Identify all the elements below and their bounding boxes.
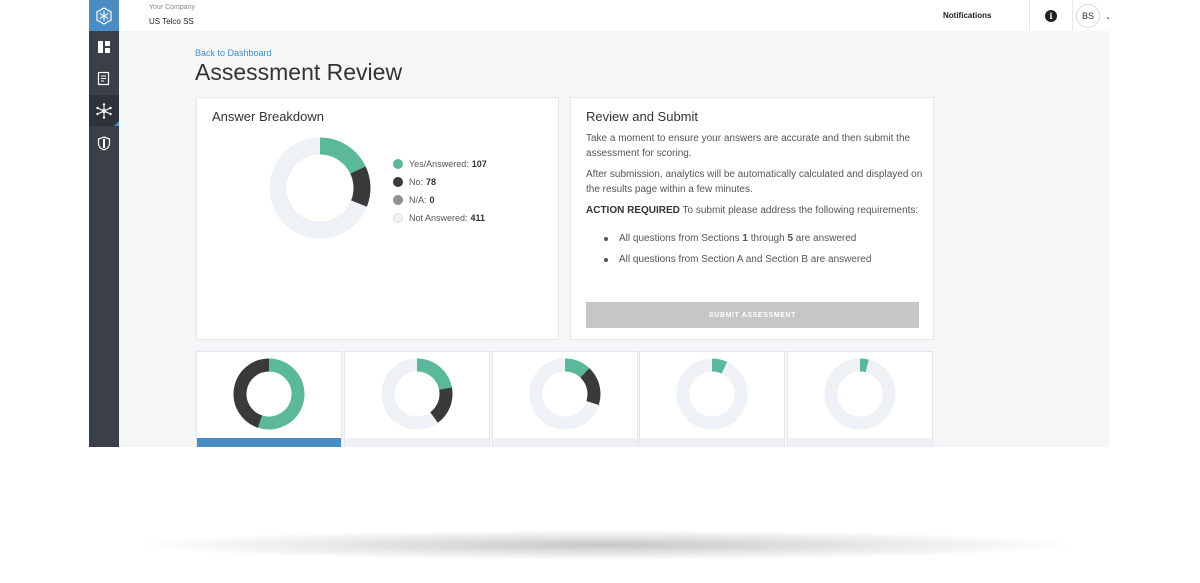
- section-donut: [529, 358, 601, 430]
- review-instructions: Take a moment to ensure your answers are…: [586, 133, 911, 159]
- requirements-list: All questions from Sections 1 through 5 …: [604, 233, 924, 275]
- drop-shadow: [140, 530, 1070, 560]
- section-donut: [233, 358, 305, 430]
- app-window: Your Company US Telco SS Notifications i…: [89, 0, 1109, 447]
- legend-dot-na: [393, 195, 403, 205]
- chart-legend: Yes/Answered: 107 No: 78 N/A: 0 Not Answ…: [393, 155, 487, 227]
- top-bar: Your Company US Telco SS Notifications i…: [119, 0, 1109, 31]
- answer-breakdown-card: Answer Breakdown Yes/Answered: 107 No: 7…: [196, 97, 559, 340]
- network-icon: [96, 102, 112, 119]
- card-title: Review and Submit: [586, 109, 698, 124]
- list-item: All questions from Sections 1 through 5 …: [604, 233, 924, 254]
- legend-dot-not-answered: [393, 213, 403, 223]
- list-item: All questions from Section A and Section…: [604, 254, 924, 275]
- page-title: Assessment Review: [195, 59, 403, 85]
- section-donut: [676, 358, 748, 430]
- donut-track: [676, 358, 748, 430]
- legend-label: N/A:: [409, 195, 427, 205]
- donut-slice-yes: [859, 358, 869, 373]
- company-label: Your Company: [149, 4, 196, 11]
- donut-slice-no: [350, 166, 371, 207]
- info-icon: i: [1045, 9, 1057, 22]
- section-donut: [824, 358, 896, 430]
- legend-item-not-answered: Not Answered: 411: [393, 209, 487, 227]
- donut-slice-no: [429, 387, 453, 423]
- action-required-text: ACTION REQUIRED To submit please address…: [586, 203, 931, 218]
- section-card-5[interactable]: [787, 351, 933, 447]
- sidebar-item-network[interactable]: [89, 95, 119, 126]
- legend-value: 0: [429, 195, 435, 205]
- legend-item-no: No: 78: [393, 173, 487, 191]
- section-card-1[interactable]: [196, 351, 342, 447]
- section-tab: [788, 438, 932, 447]
- section-tab: [345, 438, 489, 447]
- answer-breakdown-donut: [269, 137, 371, 239]
- snowflake-logo-icon: [96, 6, 112, 25]
- logo[interactable]: [89, 0, 119, 31]
- dashboard-icon: [98, 40, 110, 53]
- section-card-3[interactable]: [492, 351, 638, 447]
- donut-track: [824, 358, 896, 430]
- section-tab: [493, 438, 637, 447]
- section-card-4[interactable]: [639, 351, 785, 447]
- shield-icon: [97, 136, 111, 151]
- legend-item-na: N/A: 0: [393, 191, 487, 209]
- user-menu[interactable]: BS ⌄: [1076, 4, 1109, 28]
- legend-label: Yes/Answered:: [409, 159, 469, 169]
- donut-slice-yes: [416, 358, 452, 391]
- legend-dot-no: [393, 177, 403, 187]
- document-icon: [97, 71, 110, 86]
- back-to-dashboard-link[interactable]: Back to Dashboard: [195, 48, 272, 58]
- chevron-down-icon: ⌄: [1105, 11, 1109, 21]
- review-analytics-note: After submission, analytics will be auto…: [586, 169, 923, 195]
- section-donut: [381, 358, 453, 430]
- company-selector[interactable]: US Telco SS: [149, 17, 194, 26]
- sidebar-item-security[interactable]: [89, 128, 119, 159]
- action-required-label: ACTION REQUIRED: [586, 205, 680, 216]
- review-submit-card: Review and Submit Take a moment to ensur…: [570, 97, 934, 340]
- legend-label: Not Answered:: [409, 213, 468, 223]
- section-tab-active: [197, 438, 341, 447]
- donut-slice-yes: [711, 358, 728, 374]
- section-tab: [640, 438, 784, 447]
- donut-slice-no: [580, 368, 601, 405]
- donut-slice-yes: [319, 137, 366, 175]
- submit-assessment-button[interactable]: SUBMIT ASSESSMENT: [586, 302, 919, 328]
- avatar: BS: [1076, 4, 1100, 28]
- card-title: Answer Breakdown: [212, 109, 324, 124]
- legend-value: 411: [470, 213, 486, 223]
- sidebar-item-documents[interactable]: [89, 63, 119, 94]
- donut-slice-no: [233, 358, 270, 428]
- sidebar-item-dashboard[interactable]: [89, 31, 119, 62]
- donut-slice-yes: [258, 358, 305, 430]
- notifications-link[interactable]: Notifications: [933, 0, 1029, 31]
- legend-label: No:: [409, 177, 424, 187]
- action-required-message: To submit please address the following r…: [682, 205, 919, 216]
- legend-value: 107: [471, 159, 487, 169]
- legend-item-yes: Yes/Answered: 107: [393, 155, 487, 173]
- info-button[interactable]: i: [1029, 0, 1073, 31]
- sidebar: [89, 0, 119, 447]
- legend-value: 78: [426, 177, 437, 187]
- section-card-2[interactable]: [344, 351, 490, 447]
- legend-dot-yes: [393, 159, 403, 169]
